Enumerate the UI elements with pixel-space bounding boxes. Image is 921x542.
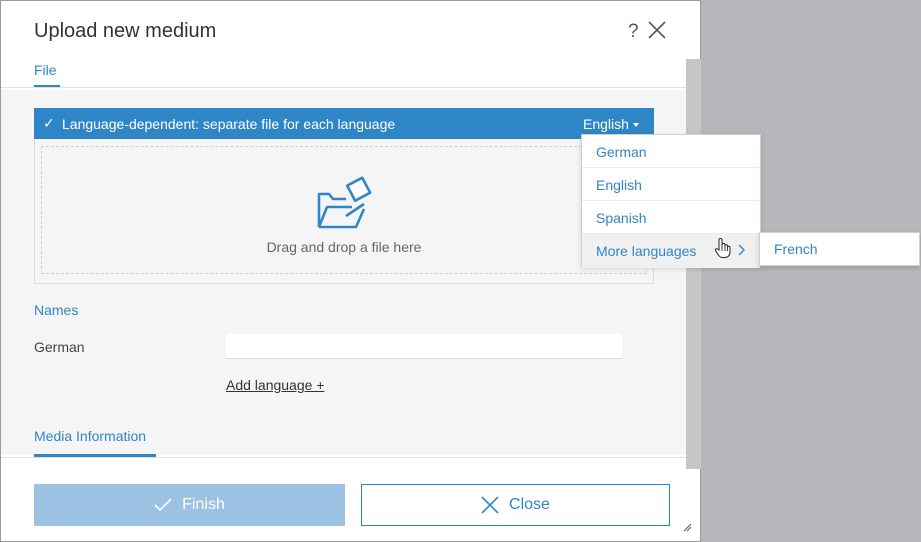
upload-dialog: Upload new medium ? File ✓ Language-depe…: [0, 0, 701, 542]
german-name-label: German: [34, 339, 85, 355]
caret-down-icon: [632, 123, 639, 128]
close-icon: [481, 496, 499, 514]
language-option-english[interactable]: English: [582, 168, 760, 201]
finish-button[interactable]: Finish: [34, 484, 345, 526]
check-icon: [154, 498, 172, 512]
hand-pointer-icon: [714, 237, 731, 258]
tab-media-information[interactable]: Media Information: [34, 428, 146, 444]
header-divider: [1, 87, 686, 88]
more-languages-label: More languages: [596, 243, 697, 259]
language-dependent-bar[interactable]: ✓ Language-dependent: separate file for …: [34, 108, 654, 139]
drop-zone-text: Drag and drop a file here: [266, 239, 422, 255]
dialog-title: Upload new medium: [34, 20, 217, 42]
german-name-input[interactable]: [226, 334, 622, 359]
add-language-link[interactable]: Add language +: [226, 377, 324, 393]
chevron-right-icon: [738, 244, 745, 256]
close-icon[interactable]: [648, 21, 666, 39]
language-select[interactable]: English: [583, 116, 639, 132]
close-button-label: Close: [509, 496, 550, 513]
names-section-title: Names: [34, 302, 79, 318]
language-option-spanish[interactable]: Spanish: [582, 201, 760, 234]
more-languages-submenu: French: [759, 232, 920, 266]
language-dependent-label: Language-dependent: separate file for ea…: [62, 116, 396, 132]
language-option-german[interactable]: German: [582, 135, 760, 168]
drop-zone[interactable]: Drag and drop a file here: [41, 146, 647, 274]
language-dropdown: German English Spanish More languages: [581, 134, 761, 268]
footer-divider: [1, 457, 686, 458]
language-option-french[interactable]: French: [774, 241, 818, 257]
help-icon[interactable]: ?: [628, 21, 639, 43]
check-icon: ✓: [43, 115, 55, 131]
close-button[interactable]: Close: [361, 484, 670, 526]
finish-button-label: Finish: [182, 496, 225, 513]
language-select-value: English: [583, 116, 629, 132]
more-languages-item[interactable]: More languages: [582, 234, 760, 268]
tab-file[interactable]: File: [34, 62, 57, 78]
resize-grip-icon[interactable]: [682, 522, 692, 532]
folder-upload-icon: [317, 176, 372, 229]
